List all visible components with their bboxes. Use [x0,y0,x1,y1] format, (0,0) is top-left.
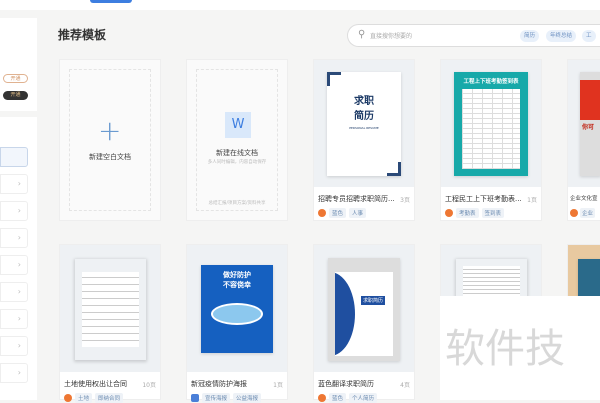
template-thumbnail: 工程上下班考勤签到表 [441,60,541,187]
online-doc-footer: 总结汇报/项目方案/资料共享 [208,201,266,206]
template-thumbnail: 你可 [568,60,600,187]
thumb-text: 你可 [582,124,595,131]
template-card[interactable]: 工程上下班考勤签到表 工程民工上下班考勤表... 1页 考勤表 签到表 [440,59,542,221]
open-svip-badge[interactable]: 开通 [3,91,28,100]
search-tag[interactable]: 年终总结 [546,30,577,42]
premium-icon [318,209,326,217]
template-tag[interactable]: 宣传海报 [202,393,231,403]
template-tag[interactable]: 个人简历 [349,393,378,403]
template-thumbnail [60,245,160,372]
plus-icon: + [98,114,122,147]
thumb-text: 求职 简历 [354,96,374,122]
sidebar-item[interactable]: › [0,336,28,356]
template-card[interactable]: 求职 简历 PERSONAL RESUME 招聘专员招聘求职简历... 3页 蓝… [313,59,415,221]
sidebar-item[interactable]: › [0,174,28,194]
template-title: 蓝色翻译求职简历 [318,380,374,388]
watermark-text: 软件技 [445,326,565,372]
template-card[interactable]: 求职简历 蓝色翻译求职简历 4页 蓝色 个人简历 [313,244,415,403]
template-card[interactable]: 土地使用权出让合同 10页 土地 即纳合同 [59,244,161,403]
page-count: 10页 [142,382,156,389]
page-title: 推荐模板 [58,28,107,42]
template-tag[interactable]: 蓝色 [329,393,347,403]
online-doc-subtitle: 多人同时编辑，内容自动保存 [207,160,267,165]
sidebar-account-panel: 开通 开通 [0,18,37,111]
search-icon: ⚲ [358,29,366,40]
template-tag[interactable]: 企业 [580,208,596,218]
template-card[interactable]: 你可 企业文化宣 企业 [567,59,600,221]
search-tag[interactable]: 简历 [520,30,540,42]
template-title: 招聘专员招聘求职简历... [318,195,395,203]
template-tag[interactable]: 公益海报 [233,393,262,403]
thumb-text: 做好防护 不容侥幸 [223,271,251,289]
template-tag[interactable]: 考勤表 [456,208,479,218]
sidebar-item[interactable]: › [0,228,28,248]
open-vip-badge[interactable]: 开通 [3,74,28,83]
thumb-text: 工程上下班考勤签到表 [463,79,519,85]
page-count: 1页 [273,382,283,389]
thumb-text: 求职简历 [361,296,386,305]
top-bar [0,0,600,10]
template-thumbnail: 求职 简历 PERSONAL RESUME [314,60,414,187]
sidebar-item[interactable]: › [0,282,28,302]
watermark: 软件技 [440,296,600,400]
sidebar-item[interactable]: › [0,363,28,383]
thumb-subtext: PERSONAL RESUME [349,126,379,130]
premium-icon [64,394,72,402]
premium-icon [445,209,453,217]
search-badge-icon [191,394,199,402]
template-title: 新冠疫情防护海报 [191,380,247,388]
new-online-doc-label: 新建在线文档 [216,149,258,157]
page-count: 3页 [400,197,410,204]
new-blank-doc-label: 新建空白文档 [89,153,131,161]
sidebar-item-selected[interactable] [0,147,28,167]
sidebar-category-panel: › › › › › › › › [0,117,37,400]
new-online-doc-card[interactable]: W 新建在线文档 多人同时编辑，内容自动保存 总结汇报/项目方案/资料共享 [186,59,288,221]
template-tag[interactable]: 人事 [349,208,367,218]
sidebar-item[interactable]: › [0,201,28,221]
search-tag[interactable]: 工 [582,30,596,42]
new-blank-doc-card[interactable]: + 新建空白文档 [59,59,161,221]
page-count: 4页 [400,382,410,389]
search-placeholder: 直接搜你想要的 [370,33,413,40]
sidebar-item[interactable]: › [0,309,28,329]
template-tag[interactable]: 蓝色 [329,208,347,218]
online-doc-icon: W [225,112,251,138]
sidebar-item[interactable]: › [0,255,28,275]
top-button[interactable] [90,0,132,3]
premium-icon [570,209,578,217]
template-thumbnail: 求职简历 [314,245,414,372]
template-thumbnail: 做好防护 不容侥幸 [187,245,287,372]
template-title: 企业文化宣 [570,196,598,202]
premium-icon [318,394,326,402]
template-title: 工程民工上下班考勤表... [445,195,522,203]
search-input[interactable]: ⚲ 直接搜你想要的 简历 年终总结 工 [347,24,600,47]
page-count: 1页 [527,197,537,204]
template-title: 土地使用权出让合同 [64,380,127,388]
template-tag[interactable]: 签到表 [481,208,505,218]
template-card[interactable]: 做好防护 不容侥幸 新冠疫情防护海报 1页 宣传海报 公益海报 [186,244,288,403]
template-tag[interactable]: 土地 [75,393,93,403]
template-tag[interactable]: 即纳合同 [95,393,124,403]
